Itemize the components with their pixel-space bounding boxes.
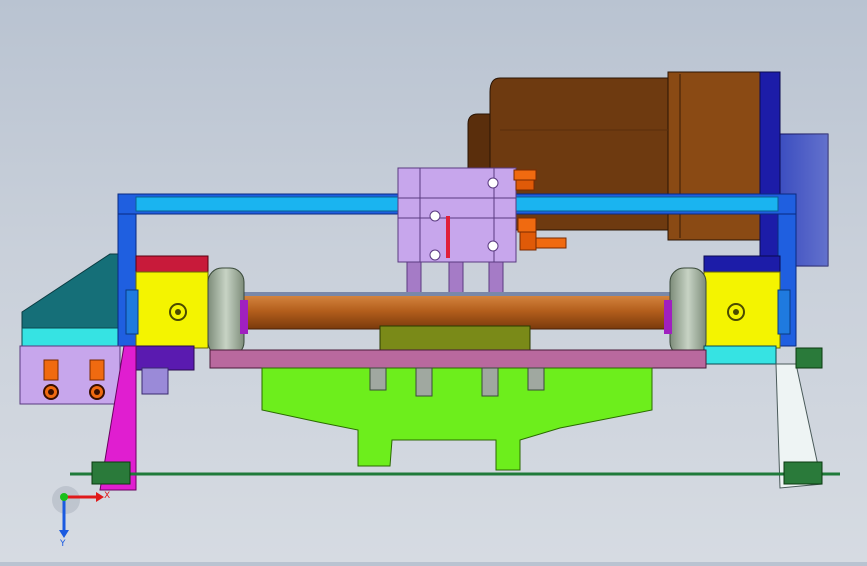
left-bearing-housing (135, 271, 209, 349)
valve-fitting-left (43, 359, 59, 400)
left-end-assembly[interactable] (125, 255, 248, 357)
gearbox-plate (759, 71, 781, 267)
valve-fitting-panel[interactable] (19, 345, 121, 405)
roller-shaft-top-edge (240, 292, 672, 296)
left-blue-cap (125, 289, 139, 335)
valve-fitting-right (89, 359, 105, 400)
right-bearing-housing (703, 271, 781, 349)
assembly-drawing: X Y (19, 71, 840, 549)
cylinder-port-4 (429, 249, 441, 261)
cylinder-port-1 (487, 177, 499, 189)
center-clamp-block[interactable] (379, 325, 531, 353)
right-navy-block (703, 255, 781, 275)
base-plate[interactable] (209, 349, 707, 369)
coordinate-triad: X Y (52, 486, 110, 549)
x-axis-label: X (104, 491, 110, 501)
y-axis-label: Y (59, 539, 66, 549)
right-cyan-block (703, 345, 777, 365)
left-red-block (135, 255, 209, 275)
left-lower-block[interactable] (135, 345, 195, 395)
left-wheel (207, 267, 245, 357)
motor-end-cap (667, 71, 765, 241)
z-axis-dot (60, 493, 68, 501)
right-blue-cap (777, 289, 791, 335)
cad-viewport[interactable]: X Y (0, 0, 867, 562)
cylinder-port-2 (429, 210, 441, 222)
ramp-cyan-strip (21, 327, 123, 347)
right-end-assembly[interactable] (664, 255, 791, 365)
cylinder-port-3 (487, 240, 499, 252)
pneumatic-cylinder[interactable] (397, 167, 517, 299)
air-fitting-upper[interactable] (513, 169, 537, 191)
right-wheel (669, 267, 707, 357)
cylinder-red-slot (446, 216, 450, 258)
roller-shaft[interactable] (239, 292, 673, 330)
base-casting[interactable] (261, 367, 653, 471)
roller-tube (239, 292, 673, 330)
